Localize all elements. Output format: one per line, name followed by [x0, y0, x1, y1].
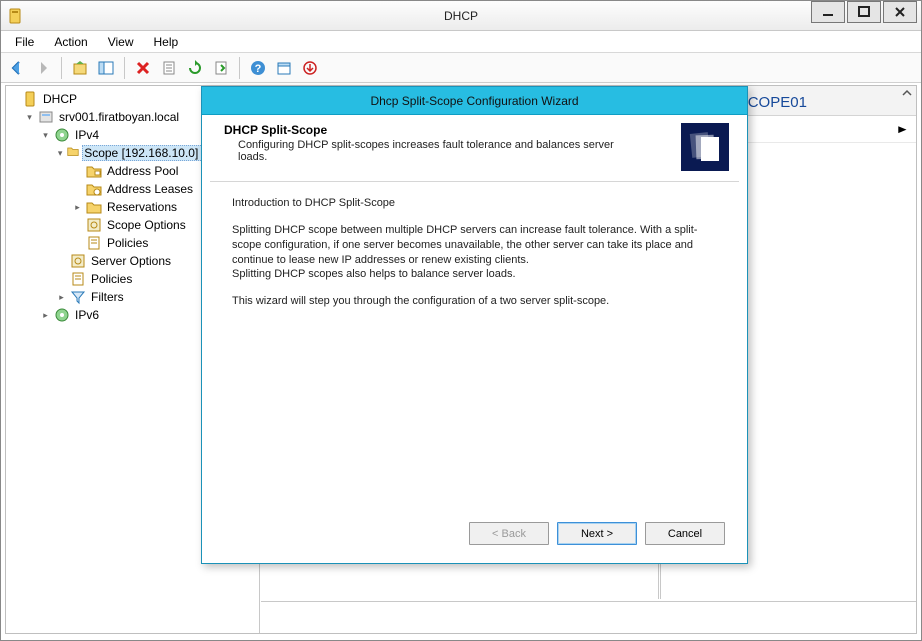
expander-icon[interactable]	[72, 202, 83, 213]
policies-icon	[70, 271, 86, 287]
toolbar-separator	[124, 57, 125, 79]
add-button[interactable]	[68, 56, 92, 80]
expander-icon[interactable]	[24, 112, 35, 123]
label: Filters	[89, 290, 126, 304]
maximize-button[interactable]	[847, 1, 881, 23]
wizard-intro-heading: Introduction to DHCP Split-Scope	[232, 196, 721, 211]
pool-icon	[86, 163, 102, 179]
reservations-icon	[86, 199, 102, 215]
minimize-button[interactable]	[811, 1, 845, 23]
spacer	[72, 184, 83, 195]
menu-view[interactable]: View	[100, 33, 142, 51]
label: Address Leases	[105, 182, 195, 196]
show-hide-button[interactable]	[94, 56, 118, 80]
tree-ipv4-label: IPv4	[73, 128, 101, 142]
scope-options-icon	[86, 217, 102, 233]
wizard-body: Introduction to DHCP Split-Scope Splitti…	[210, 182, 739, 329]
leases-icon	[86, 181, 102, 197]
ipv6-icon	[54, 307, 70, 323]
label: Reservations	[105, 200, 179, 214]
policies-icon	[86, 235, 102, 251]
menubar: File Action View Help	[1, 31, 921, 53]
window-controls	[811, 1, 921, 30]
wizard-header: DHCP Split-Scope Configuring DHCP split-…	[210, 115, 739, 182]
window-title: DHCP	[1, 9, 921, 23]
tree-ipv6-label: IPv6	[73, 308, 101, 322]
toolbar: ?	[1, 53, 921, 83]
collapse-icon[interactable]	[900, 86, 914, 100]
app-icon	[7, 8, 23, 24]
wizard-para2: This wizard will step you through the co…	[232, 294, 721, 309]
toolbar-separator	[61, 57, 62, 79]
bottom-pane	[261, 601, 916, 633]
help-button[interactable]: ?	[246, 56, 270, 80]
chevron-right-icon: ▶	[898, 124, 906, 135]
ipv4-icon	[54, 127, 70, 143]
close-button[interactable]	[883, 1, 917, 23]
spacer	[56, 256, 67, 267]
wizard-title: Dhcp Split-Scope Configuration Wizard	[370, 94, 578, 108]
tree-server-label: srv001.firatboyan.local	[57, 110, 181, 124]
forward-button[interactable]	[31, 56, 55, 80]
dhcp-icon	[22, 91, 38, 107]
spacer	[72, 238, 83, 249]
wizard-header-sub: Configuring DHCP split-scopes increases …	[224, 137, 614, 163]
titlebar: DHCP	[1, 1, 921, 31]
svg-text:?: ?	[255, 63, 262, 75]
filters-icon	[70, 289, 86, 305]
menu-help[interactable]: Help	[146, 33, 187, 51]
expander-icon[interactable]	[56, 148, 64, 159]
menu-file[interactable]: File	[7, 33, 42, 51]
label: Server Options	[89, 254, 173, 268]
menu-action[interactable]: Action	[46, 33, 95, 51]
wizard-para1b: Splitting DHCP scopes also helps to bala…	[232, 267, 721, 282]
wizard-next-button[interactable]: Next >	[557, 522, 637, 545]
label: Policies	[105, 236, 150, 250]
folder-icon	[67, 145, 79, 161]
refresh-button[interactable]	[183, 56, 207, 80]
expander-icon[interactable]	[56, 292, 67, 303]
wizard-para1: Splitting DHCP scope between multiple DH…	[232, 223, 721, 268]
spacer	[8, 94, 19, 105]
export-button[interactable]	[209, 56, 233, 80]
calendar-button[interactable]	[272, 56, 296, 80]
spacer	[72, 220, 83, 231]
server-icon	[38, 109, 54, 125]
tree-root-label: DHCP	[41, 92, 79, 106]
delete-button[interactable]	[131, 56, 155, 80]
label: Address Pool	[105, 164, 180, 178]
server-options-icon	[70, 253, 86, 269]
spacer	[72, 166, 83, 177]
wizard-back-button: < Back	[469, 522, 549, 545]
expander-icon[interactable]	[40, 130, 51, 141]
wizard-cancel-button[interactable]: Cancel	[645, 522, 725, 545]
properties-button[interactable]	[157, 56, 181, 80]
wizard-header-title: DHCP Split-Scope	[224, 123, 673, 137]
label: Policies	[89, 272, 134, 286]
spacer	[56, 274, 67, 285]
wizard-titlebar[interactable]: Dhcp Split-Scope Configuration Wizard	[202, 87, 747, 115]
record-button[interactable]	[298, 56, 322, 80]
label: Scope Options	[105, 218, 188, 232]
wizard-icon	[681, 123, 729, 171]
expander-icon[interactable]	[40, 310, 51, 321]
toolbar-separator	[239, 57, 240, 79]
wizard-buttons: < Back Next > Cancel	[469, 522, 725, 545]
back-button[interactable]	[5, 56, 29, 80]
wizard-dialog: Dhcp Split-Scope Configuration Wizard DH…	[201, 86, 748, 564]
